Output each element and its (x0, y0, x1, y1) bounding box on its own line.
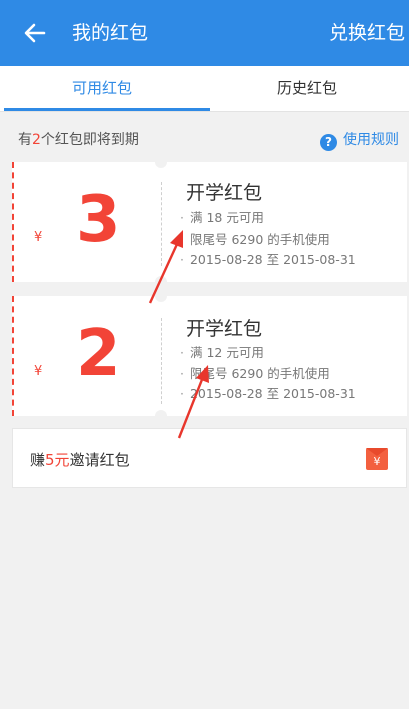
invite-prefix: 赚 (30, 451, 46, 469)
coupon-phone-limit-text: 限尾号 6290 的手机使用 (189, 366, 330, 381)
coupon-phone-limit-text: 限尾号 6290 的手机使用 (189, 232, 330, 247)
currency-symbol: ¥ (34, 364, 43, 379)
tab-history[interactable]: 历史红包 (205, 66, 409, 112)
coupon-card[interactable]: ¥ 3 开学红包 · 满 18 元可用 · 限尾号 6290 的手机使用 · 2015… (12, 162, 407, 282)
coupon-phone-limit: · 限尾号 6290 的手机使用 (180, 232, 330, 247)
page-title: 我的红包 (72, 22, 149, 44)
ticket-divider (161, 182, 162, 266)
coupon-min-spend-text: 满 12 元可用 (189, 345, 264, 360)
coupon-validity-text: 2015-08-28 至 2015-08-31 (189, 252, 356, 267)
tab-available[interactable]: 可用红包 (0, 66, 204, 112)
coupon-card[interactable]: ¥ 2 开学红包 · 满 12 元可用 · 限尾号 6290 的手机使用 · 2015… (12, 296, 407, 416)
ticket-notch (155, 276, 167, 282)
question-circle-icon: ? (320, 134, 337, 151)
tab-bar: 可用红包 历史红包 (0, 66, 409, 112)
ticket-notch (155, 410, 167, 416)
coupon-amount: 2 (76, 317, 121, 391)
invite-reward-row[interactable]: 赚5元邀请红包 ¥ (12, 428, 407, 488)
coupon-title: 开学红包 (186, 318, 263, 340)
coupon-amount: 3 (76, 183, 121, 257)
red-envelope-icon: ¥ (366, 448, 388, 470)
expiry-notice: 有2个红包即将到期 (18, 130, 139, 150)
coupon-min-spend: · 满 18 元可用 (180, 210, 264, 225)
notice-suffix: 个红包即将到期 (40, 132, 139, 148)
usage-rules-link[interactable]: ? 使用规则 (320, 130, 399, 151)
invite-suffix: 邀请红包 (69, 451, 130, 469)
currency-symbol: ¥ (34, 230, 43, 245)
notice-count: 2 (32, 132, 41, 148)
ticket-notch (155, 296, 167, 302)
app-header: 我的红包 兑换红包 (0, 0, 409, 66)
coupon-validity: · 2015-08-28 至 2015-08-31 (180, 386, 356, 401)
arrow-left-icon[interactable] (20, 18, 50, 48)
envelope-yen: ¥ (373, 455, 381, 468)
ticket-divider (161, 318, 162, 404)
coupon-validity: · 2015-08-28 至 2015-08-31 (180, 252, 356, 267)
coupon-validity-text: 2015-08-28 至 2015-08-31 (189, 386, 356, 401)
invite-label: 赚5元邀请红包 (30, 449, 130, 471)
redeem-button[interactable]: 兑换红包 (329, 19, 405, 47)
usage-rules-label: 使用规则 (343, 132, 399, 148)
ticket-notch (155, 162, 167, 168)
active-tab-indicator (4, 108, 210, 111)
coupon-min-spend-text: 满 18 元可用 (189, 210, 264, 225)
coupon-phone-limit: · 限尾号 6290 的手机使用 (180, 366, 330, 381)
coupon-title: 开学红包 (186, 182, 263, 204)
coupon-min-spend: · 满 12 元可用 (180, 345, 264, 360)
invite-amount: 5元 (45, 451, 70, 469)
notice-prefix: 有 (18, 132, 32, 148)
